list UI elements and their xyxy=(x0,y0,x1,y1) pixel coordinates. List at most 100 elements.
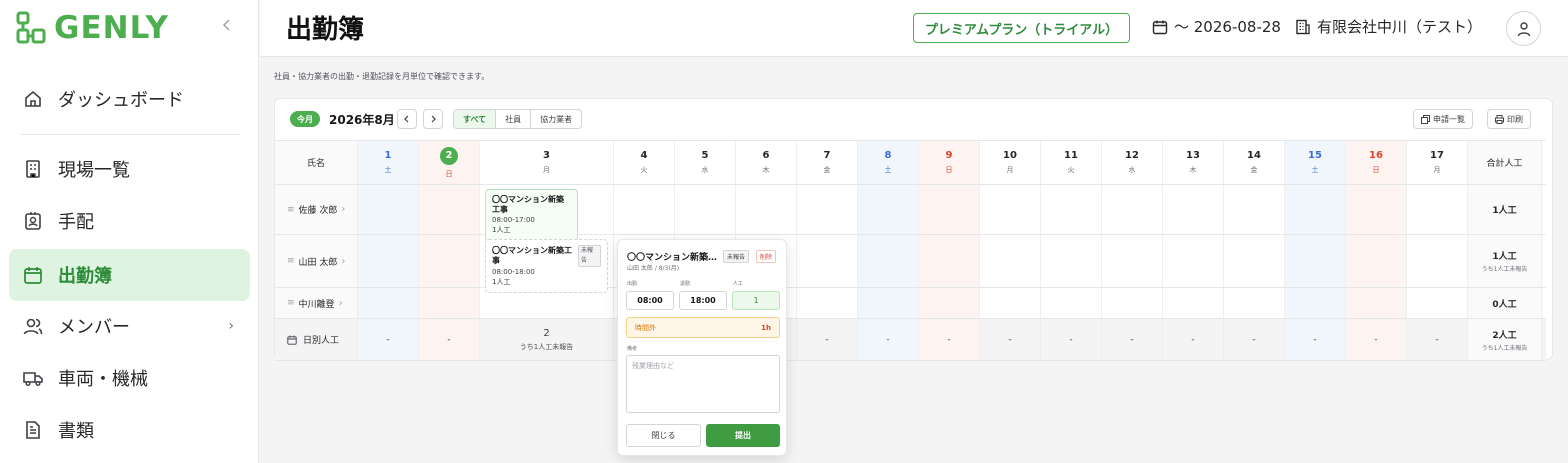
day-header[interactable]: 15 土 xyxy=(1285,141,1346,184)
day-cell[interactable] xyxy=(1407,235,1468,287)
day-cell[interactable] xyxy=(1407,185,1468,234)
sidebar-item-attendance[interactable]: 出勤簿 xyxy=(9,249,250,301)
day-cell[interactable] xyxy=(797,185,858,234)
requests-button[interactable]: 申請一覧 xyxy=(1413,109,1473,129)
collapse-sidebar-button[interactable] xyxy=(218,18,236,36)
print-button[interactable]: 印刷 xyxy=(1487,109,1531,129)
sidebar-item-sites[interactable]: 現場一覧 xyxy=(9,143,250,195)
entry-work: 1人工 xyxy=(492,278,511,286)
day-cell[interactable] xyxy=(419,185,480,234)
company-switcher[interactable]: 有限会社中川（テスト） xyxy=(1295,16,1482,37)
day-cell[interactable] xyxy=(1163,235,1224,287)
day-cell[interactable]: 〇〇マンション新築工事 08:00-17:00 1人工 xyxy=(480,185,614,241)
day-cell[interactable] xyxy=(1285,288,1346,318)
day-cell[interactable] xyxy=(919,235,980,287)
day-cell[interactable] xyxy=(980,288,1041,318)
day-cell[interactable] xyxy=(1102,288,1163,318)
day-header[interactable]: 4火 xyxy=(614,141,675,184)
day-header[interactable]: 10 月 xyxy=(980,141,1041,184)
filter-employees[interactable]: 社員 xyxy=(496,110,532,128)
day-header[interactable]: 9日 xyxy=(919,141,980,184)
close-button[interactable]: 閉じる xyxy=(626,424,701,447)
day-header[interactable]: 11 火 xyxy=(1041,141,1102,184)
work-units-input[interactable]: 1 xyxy=(732,291,780,310)
day-cell[interactable] xyxy=(1163,185,1224,234)
filter-all[interactable]: すべて xyxy=(454,110,497,128)
day-cell[interactable] xyxy=(480,288,614,318)
next-month-button[interactable] xyxy=(423,109,443,129)
user-avatar-button[interactable] xyxy=(1506,11,1541,46)
day-header[interactable]: 5水 xyxy=(675,141,736,184)
day-cell[interactable] xyxy=(614,185,675,234)
day-cell[interactable] xyxy=(1407,288,1468,318)
clock-out-input[interactable]: 18:00 xyxy=(679,291,727,310)
drag-handle-icon[interactable]: ≡ xyxy=(287,256,295,266)
attendance-entry[interactable]: 〇〇マンション新築工事 未報告 08:00-18:00 1人工 xyxy=(485,239,608,293)
attendance-entry[interactable]: 〇〇マンション新築工事 08:00-17:00 1人工 xyxy=(485,189,578,241)
sidebar-item-dashboard[interactable]: ダッシュボード xyxy=(9,73,250,125)
day-header[interactable]: 6木 xyxy=(736,141,797,184)
day-cell[interactable] xyxy=(1224,185,1285,234)
day-cell[interactable] xyxy=(736,185,797,234)
weekday-label: 金 xyxy=(823,166,831,174)
overtime-row: 時間外 1h xyxy=(626,317,780,338)
day-cell[interactable] xyxy=(1041,235,1102,287)
drag-handle-icon[interactable]: ≡ xyxy=(287,298,295,308)
prev-month-button[interactable] xyxy=(397,109,417,129)
day-cell[interactable] xyxy=(419,235,480,287)
day-cell[interactable] xyxy=(358,235,419,287)
day-cell[interactable] xyxy=(858,288,919,318)
day-cell[interactable] xyxy=(1224,288,1285,318)
sidebar-item-vehicles[interactable]: 車両・機械 xyxy=(9,352,250,404)
day-header[interactable]: 7金 xyxy=(797,141,858,184)
submit-button[interactable]: 提出 xyxy=(706,424,780,447)
day-cell[interactable] xyxy=(1224,235,1285,287)
day-cell[interactable] xyxy=(675,185,736,234)
day-header[interactable]: 3月 xyxy=(480,141,614,184)
day-header[interactable]: 17 月 xyxy=(1407,141,1468,184)
day-cell[interactable] xyxy=(1285,185,1346,234)
day-header[interactable]: 14 金 xyxy=(1224,141,1285,184)
drag-handle-icon[interactable]: ≡ xyxy=(287,205,295,215)
member-name-cell[interactable]: ≡ 山田 太郎 › xyxy=(275,235,358,287)
day-header[interactable]: 16 日 xyxy=(1346,141,1407,184)
member-name-cell[interactable]: ≡ 佐藤 次郎 › xyxy=(275,185,358,234)
logo[interactable]: GENLY xyxy=(16,10,169,46)
sidebar-item-documents[interactable]: 書類 xyxy=(9,404,250,456)
sidebar-item-members[interactable]: メンバー › xyxy=(9,300,250,352)
day-header[interactable]: 2日 xyxy=(419,141,480,184)
member-name-cell[interactable]: ≡ 中川離登 › xyxy=(275,288,358,318)
day-header[interactable]: 13 木 xyxy=(1163,141,1224,184)
day-header[interactable]: 12 水 xyxy=(1102,141,1163,184)
day-cell[interactable] xyxy=(797,288,858,318)
day-cell[interactable] xyxy=(797,235,858,287)
note-textarea[interactable]: 残業理由など xyxy=(626,355,780,413)
day-cell[interactable] xyxy=(419,288,480,318)
day-cell[interactable] xyxy=(858,185,919,234)
day-cell[interactable] xyxy=(358,185,419,234)
day-cell[interactable] xyxy=(1285,235,1346,287)
day-cell[interactable] xyxy=(1102,185,1163,234)
day-cell[interactable] xyxy=(358,288,419,318)
day-cell[interactable] xyxy=(919,185,980,234)
day-cell[interactable] xyxy=(980,235,1041,287)
day-cell[interactable] xyxy=(1163,288,1224,318)
clock-in-input[interactable]: 08:00 xyxy=(626,291,674,310)
day-header[interactable]: 1土 xyxy=(358,141,419,184)
day-cell[interactable]: 〇〇マンション新築工事 未報告 08:00-18:00 1人工 xyxy=(480,235,614,293)
day-cell[interactable] xyxy=(1041,288,1102,318)
day-cell[interactable] xyxy=(858,235,919,287)
day-cell[interactable] xyxy=(1346,288,1407,318)
day-cell[interactable] xyxy=(1346,235,1407,287)
delete-button[interactable]: 削除 xyxy=(756,250,777,263)
day-cell[interactable] xyxy=(1102,235,1163,287)
day-cell[interactable] xyxy=(1346,185,1407,234)
day-cell[interactable] xyxy=(1041,185,1102,234)
filter-contractors[interactable]: 協力業者 xyxy=(531,110,581,128)
this-month-button[interactable]: 今月 xyxy=(290,111,320,127)
day-cell[interactable] xyxy=(919,288,980,318)
day-header[interactable]: 8土 xyxy=(858,141,919,184)
plan-badge[interactable]: プレミアムプラン（トライアル） xyxy=(913,13,1130,43)
day-cell[interactable] xyxy=(980,185,1041,234)
sidebar-item-arrangement[interactable]: 手配 xyxy=(9,195,250,247)
